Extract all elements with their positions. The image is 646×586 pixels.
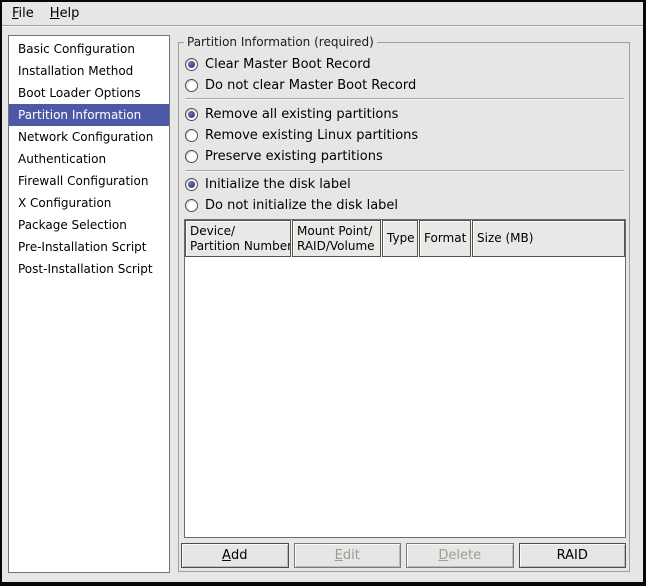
radio-circle-unselected[interactable] — [185, 79, 198, 92]
radio-preserve-existing-partitions[interactable]: Preserve existing partitions — [185, 150, 625, 163]
edit-button[interactable]: Edit — [294, 543, 402, 568]
column-header-line: Partition Number — [190, 239, 286, 254]
column-header-line: Format — [424, 231, 466, 246]
column-header-line: RAID/Volume — [297, 239, 376, 254]
radio-circle-unselected[interactable] — [185, 129, 198, 142]
sidebar-item-package-selection[interactable]: Package Selection — [9, 214, 169, 236]
column-header-format[interactable]: Format — [419, 220, 471, 257]
radio-do-not-clear-master-boot-record[interactable]: Do not clear Master Boot Record — [185, 79, 625, 92]
sidebar-item-basic-configuration[interactable]: Basic Configuration — [9, 38, 169, 60]
radio-dot — [188, 61, 195, 68]
radio-initialize-the-disk-label[interactable]: Initialize the disk label — [185, 178, 625, 191]
sidebar-item-post-installation-script[interactable]: Post-Installation Script — [9, 258, 169, 280]
sidebar-item-authentication[interactable]: Authentication — [9, 148, 169, 170]
menu-help[interactable]: Help — [42, 4, 88, 23]
radio-label: Preserve existing partitions — [205, 149, 383, 164]
sidebar-item-pre-installation-script[interactable]: Pre-Installation Script — [9, 236, 169, 258]
sidebar-item-network-configuration[interactable]: Network Configuration — [9, 126, 169, 148]
radio-circle-selected[interactable] — [185, 178, 198, 191]
column-header-line: Mount Point/ — [297, 224, 376, 239]
menu-file[interactable]: File — [4, 4, 42, 23]
group-separator — [185, 170, 624, 172]
kickstart-configurator-window: FileHelp Basic ConfigurationInstallation… — [0, 0, 646, 586]
radio-dot — [188, 111, 195, 118]
column-header-mount-point-raid-volume[interactable]: Mount Point/RAID/Volume — [292, 220, 381, 257]
column-header-device-partition-number[interactable]: Device/Partition Number — [185, 220, 291, 257]
add-button[interactable]: Add — [181, 543, 289, 568]
column-header-line: Type — [387, 231, 413, 246]
category-list: Basic ConfigurationInstallation MethodBo… — [8, 35, 170, 573]
radio-label: Remove existing Linux partitions — [205, 128, 418, 143]
sidebar-item-firewall-configuration[interactable]: Firewall Configuration — [9, 170, 169, 192]
frame-content: Clear Master Boot Record Do not clear Mas… — [179, 43, 629, 571]
radio-do-not-initialize-the-disk-label[interactable]: Do not initialize the disk label — [185, 199, 625, 212]
radio-label: Remove all existing partitions — [205, 107, 398, 122]
radio-label: Do not initialize the disk label — [205, 198, 398, 213]
sidebar-item-installation-method[interactable]: Installation Method — [9, 60, 169, 82]
radio-label: Do not clear Master Boot Record — [205, 78, 416, 93]
menubar: FileHelp — [2, 2, 643, 26]
action-buttons: AddEditDeleteRAID — [181, 543, 626, 568]
radio-circle-unselected[interactable] — [185, 199, 198, 212]
group-separator — [185, 98, 624, 100]
raid-button[interactable]: RAID — [519, 543, 627, 568]
partition-list-body — [185, 258, 625, 537]
radio-dot — [188, 181, 195, 188]
column-header-size-mb[interactable]: Size (MB) — [472, 220, 625, 257]
sidebar-item-x-configuration[interactable]: X Configuration — [9, 192, 169, 214]
radio-remove-existing-linux-partitions[interactable]: Remove existing Linux partitions — [185, 129, 625, 142]
radio-label: Initialize the disk label — [205, 177, 351, 192]
radio-groups: Clear Master Boot Record Do not clear Mas… — [185, 58, 625, 212]
column-header-line: Device/ — [190, 224, 286, 239]
radio-clear-master-boot-record[interactable]: Clear Master Boot Record — [185, 58, 625, 71]
radio-circle-selected[interactable] — [185, 108, 198, 121]
partition-information-frame: Partition Information (required) Clear M… — [178, 42, 630, 572]
column-header-type[interactable]: Type — [382, 220, 418, 257]
sidebar-item-partition-information[interactable]: Partition Information — [9, 104, 169, 126]
radio-circle-unselected[interactable] — [185, 150, 198, 163]
column-header-line: Size (MB) — [477, 231, 620, 246]
delete-button[interactable]: Delete — [406, 543, 514, 568]
partition-table-header: Device/Partition NumberMount Point/RAID/… — [185, 220, 625, 257]
radio-remove-all-existing-partitions[interactable]: Remove all existing partitions — [185, 108, 625, 121]
radio-label: Clear Master Boot Record — [205, 57, 371, 72]
sidebar-item-boot-loader-options[interactable]: Boot Loader Options — [9, 82, 169, 104]
partition-table: Device/Partition NumberMount Point/RAID/… — [184, 219, 626, 538]
radio-circle-selected[interactable] — [185, 58, 198, 71]
